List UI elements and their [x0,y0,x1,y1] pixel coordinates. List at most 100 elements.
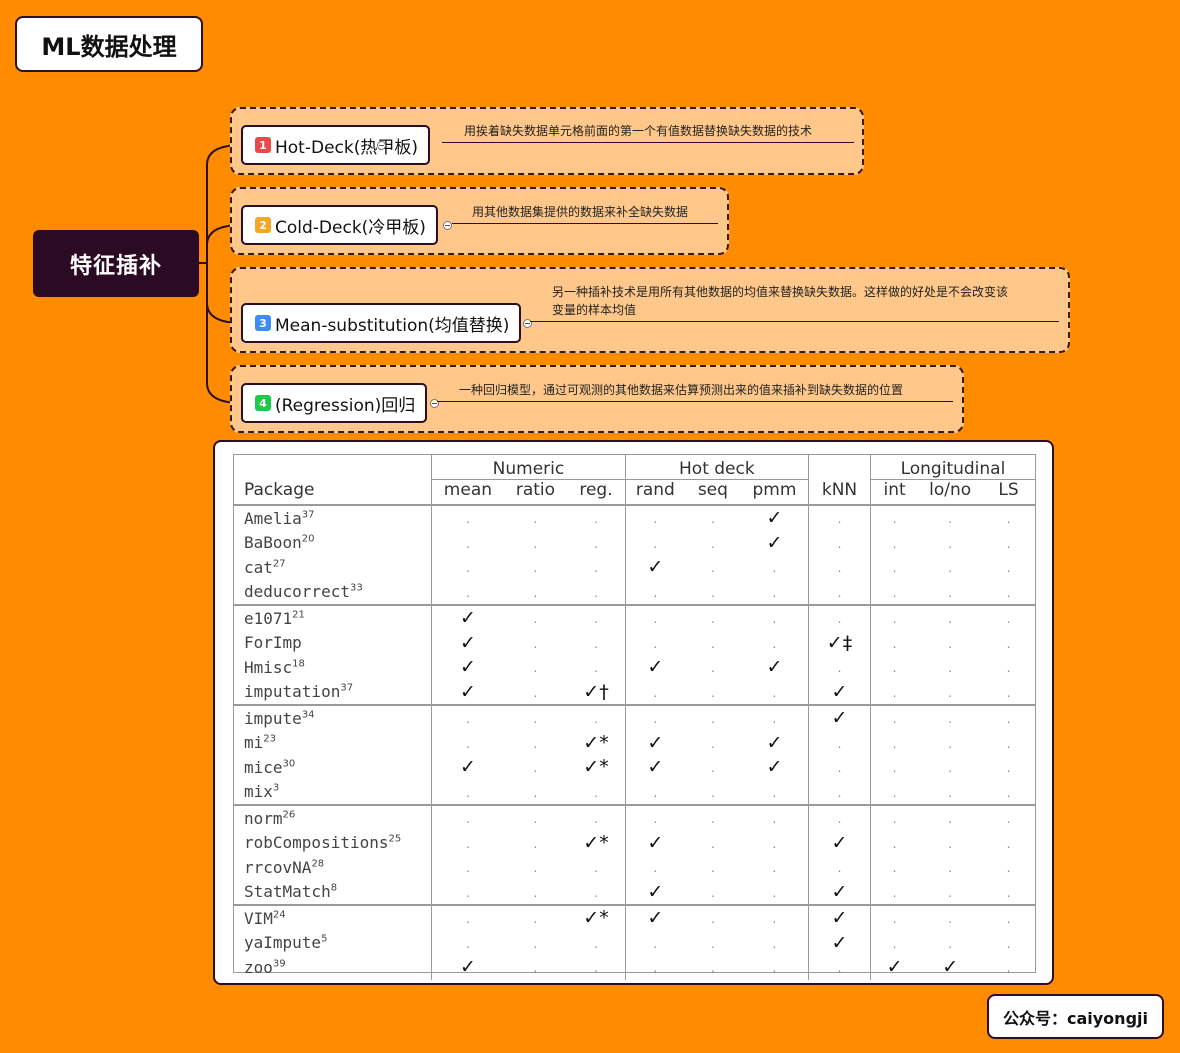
empty-mark: . [710,561,715,576]
table-cell: . [982,680,1035,706]
table-cell: . [741,880,809,906]
empty-mark: . [892,536,897,551]
package-name: deducorrect33 [234,580,432,606]
table-row: zoo39 ✓...... ✓ ✓. [234,955,1035,980]
table-cell: ✓ [624,655,685,680]
table-cell: ✓† [567,680,625,706]
empty-mark: . [465,585,470,600]
table-cell: . [624,504,685,531]
package-name-text: deducorrect [244,582,350,602]
table-cell: . [740,904,809,931]
collapse-icon[interactable] [377,141,386,150]
empty-mark: . [772,836,777,851]
package-reference: 8 [330,882,338,894]
empty-mark: . [772,712,777,727]
table-cell: . [808,730,871,755]
empty-mark: . [533,785,538,800]
table-cell: . [982,655,1035,680]
table-cell: . [741,955,809,980]
table-cell: ✓ [624,755,685,780]
table-cell: . [567,531,625,556]
table-cell: ✓ [808,879,871,905]
empty-mark: . [892,612,897,627]
table-cell: . [982,831,1035,856]
priority-4-icon: 4 [255,395,271,411]
package-name-text: zoo [244,957,273,977]
table-cell: . [624,804,685,831]
table-row: Amelia37..... ✓.... [234,504,1035,531]
empty-mark: . [594,661,598,676]
check-icon: ✓† [583,680,609,703]
collapse-icon[interactable] [443,221,452,230]
empty-mark: . [1006,836,1011,851]
empty-mark: . [892,812,897,827]
package-name: Hmisc18 [234,655,432,680]
package-name: rrcovNA28 [234,855,432,880]
package-name: imputation37 [234,680,432,706]
empty-mark: . [1006,785,1011,800]
empty-mark: . [892,785,897,800]
empty-mark: . [837,861,842,876]
empty-mark: . [892,836,897,851]
empty-mark: . [892,585,897,600]
root-topic[interactable]: 特征插补 [33,230,199,297]
table-cell: . [869,879,919,905]
table-cell: . [982,780,1035,806]
table-cell: ✓ [808,904,871,931]
empty-mark: . [653,612,658,627]
table-cell: . [869,604,919,631]
package-name-text: mix [244,782,273,802]
empty-mark: . [772,912,777,927]
table-cell: . [741,680,809,706]
empty-mark: . [653,636,658,651]
table-cell: ✓ [741,731,809,756]
table-cell: . [504,780,568,806]
table-cell: . [503,504,568,531]
column-header: ratio [503,479,568,505]
table-cell: . [918,655,982,680]
check-icon: ✓ [459,607,476,630]
empty-mark: . [710,661,715,676]
check-icon: ✓* [583,756,609,779]
package-reference: 20 [301,533,315,545]
table-cell: . [918,680,982,706]
topic-mean-substitution[interactable]: 3 Mean-substitution(均值替换) [241,303,522,343]
table-cell: . [504,955,568,980]
table-cell: . [624,779,685,805]
empty-mark: . [533,761,538,776]
topic-mean-substitution-label: Mean-substitution(均值替换) [275,315,510,336]
topic-cold-deck-label: Cold-Deck(冷甲板) [275,217,426,238]
topic-hot-deck[interactable]: 1 Hot-Deck(热甲板) [241,125,430,165]
package-reference: 26 [282,809,296,821]
topic-cold-deck[interactable]: 2 Cold-Deck(冷甲板) [241,205,438,245]
empty-mark: . [465,936,470,951]
empty-mark: . [772,785,777,800]
check-icon: ✓* [583,731,609,754]
table-cell: . [567,855,625,880]
empty-mark: . [837,736,842,751]
group-header-numeric: Numeric [431,455,626,480]
table-cell: . [869,655,919,680]
check-icon: ✓ [647,831,664,854]
package-name-text: BaBoon [244,533,302,553]
empty-mark: . [948,636,953,651]
empty-mark: . [1006,536,1011,551]
table-cell: . [503,704,568,731]
group-header-hot-deck: Hot deck [624,455,809,480]
table-cell: ✓ [624,730,685,755]
empty-mark: . [465,912,470,927]
table-cell: . [624,679,685,705]
topic-regression[interactable]: 4 (Regression)回归 [241,383,428,423]
check-icon: ✓ [766,531,783,554]
table-cell: . [567,880,625,906]
table-cell: . [982,804,1035,831]
package-name-text: rrcovNA [244,857,312,877]
table-cell: . [918,931,982,956]
check-icon: ✓ [766,507,783,530]
empty-mark: . [837,512,842,527]
empty-mark: . [772,585,777,600]
empty-mark: . [533,561,538,576]
table-cell: . [869,855,919,880]
table-cell: . [741,931,809,956]
package-reference: 23 [263,733,276,745]
